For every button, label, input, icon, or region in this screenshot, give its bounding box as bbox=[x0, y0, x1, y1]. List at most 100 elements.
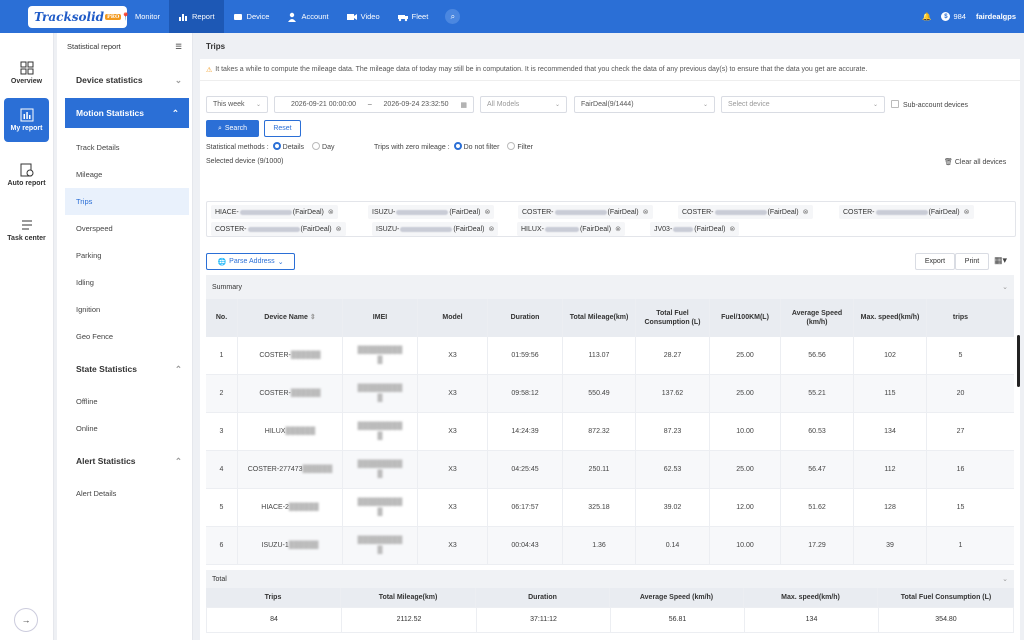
cell-text: 137.62 bbox=[661, 389, 684, 397]
notice-text: It takes a while to compute the mileage … bbox=[215, 66, 868, 73]
device-select[interactable]: Select device ⌄ bbox=[721, 96, 885, 113]
radio-no-filter[interactable] bbox=[453, 142, 462, 150]
zero-mileage-filter: Trips with zero mileage : Do not filter Fi… bbox=[374, 142, 533, 151]
menu-item-parking[interactable]: Parking bbox=[57, 242, 192, 269]
rail-my-report[interactable]: My report bbox=[4, 98, 49, 142]
menu-section-device[interactable]: Device statistics ⌄ bbox=[57, 65, 192, 95]
table-cell: 87.23 bbox=[636, 413, 710, 450]
close-icon[interactable]: ⊗ bbox=[643, 208, 649, 216]
total-header[interactable]: Total ⌄ bbox=[206, 570, 1014, 588]
logo[interactable]: Tracksolid PRO bbox=[0, 0, 128, 33]
model-select[interactable]: All Models ⌄ bbox=[480, 96, 567, 113]
export-button[interactable]: Export bbox=[915, 253, 955, 270]
tag-owner: (FairDeal) bbox=[694, 225, 726, 233]
cell-text: 16 bbox=[956, 465, 965, 473]
summary-table: Summary ⌄ No. Device Name ⇕ IMEI Model Dur… bbox=[206, 275, 1014, 565]
close-icon[interactable]: ⊗ bbox=[803, 208, 809, 216]
cell-text: X3 bbox=[448, 351, 457, 359]
close-icon[interactable]: ⊗ bbox=[328, 208, 334, 216]
chevron-down-icon: ⌄ bbox=[174, 74, 182, 85]
date-separator: – bbox=[367, 101, 372, 108]
table-cell: 25.00 bbox=[710, 375, 781, 412]
close-icon[interactable]: ⊗ bbox=[488, 225, 494, 233]
redacted-imei: █████████ █ bbox=[357, 347, 403, 364]
menu-fold-icon[interactable]: ☰ bbox=[175, 42, 182, 51]
menu-section-motion[interactable]: Motion Statistics ⌃ bbox=[65, 98, 189, 128]
checkbox[interactable] bbox=[891, 100, 899, 108]
cell-text: 325.18 bbox=[588, 503, 610, 511]
nav-account[interactable]: Account bbox=[278, 0, 337, 33]
nav-fleet[interactable]: Fleet bbox=[389, 0, 438, 33]
col-imei: IMEI bbox=[343, 299, 418, 337]
menu-item-overspeed[interactable]: Overspeed bbox=[57, 215, 192, 242]
print-button[interactable]: Print bbox=[955, 253, 989, 270]
table-cell: 5 bbox=[206, 489, 238, 526]
table-cell: 325.18 bbox=[563, 489, 636, 526]
left-rail: Overview My report Auto report Task cent… bbox=[0, 33, 54, 640]
cell-text: X3 bbox=[448, 465, 457, 473]
nav-monitor[interactable]: 📍 Monitor bbox=[112, 0, 169, 33]
menu-item-ignition[interactable]: Ignition bbox=[57, 296, 192, 323]
menu-section-alert[interactable]: Alert Statistics ⌃ bbox=[57, 446, 192, 476]
close-icon[interactable]: ⊗ bbox=[615, 225, 621, 233]
clear-all-devices[interactable]: 🗑 Clear all devices bbox=[944, 158, 1006, 166]
rail-task-center[interactable]: Task center bbox=[4, 208, 49, 252]
table-cell: 15 bbox=[927, 489, 994, 526]
rail-overview[interactable]: Overview bbox=[4, 51, 49, 95]
menu-item-geo-fence[interactable]: Geo Fence bbox=[57, 323, 192, 350]
table-body: 1 COSTER- ██████ █████████ █ X3 01:59:56 113.07… bbox=[206, 337, 1014, 565]
col-label: Fuel/100KM(L) bbox=[721, 314, 769, 322]
menu-item-trips[interactable]: Trips bbox=[65, 188, 189, 215]
close-icon[interactable]: ⊗ bbox=[964, 208, 970, 216]
close-icon[interactable]: ⊗ bbox=[336, 225, 342, 233]
menu-item-mileage[interactable]: Mileage bbox=[57, 161, 192, 188]
parse-address-button[interactable]: 🌐 Parse Address ⌄ bbox=[206, 253, 295, 270]
nav-video[interactable]: Video bbox=[338, 0, 389, 33]
rail-auto-report[interactable]: Auto report bbox=[4, 153, 49, 197]
total-value: 2112.52 bbox=[342, 608, 477, 632]
coin-balance[interactable]: $984 bbox=[941, 12, 966, 21]
table-scrollbar[interactable] bbox=[1017, 335, 1020, 387]
menu-item-offline[interactable]: Offline bbox=[57, 388, 192, 415]
cell-text: 55.21 bbox=[808, 389, 826, 397]
close-icon[interactable]: ⊗ bbox=[729, 225, 735, 233]
date-range-picker[interactable]: 2026-09-21 00:00:00 – 2026-09-24 23:32:50 ▦ bbox=[274, 96, 474, 113]
summary-header[interactable]: Summary ⌄ bbox=[206, 275, 1014, 299]
period-select[interactable]: This week ⌄ bbox=[206, 96, 268, 113]
table-cell: █████████ █ bbox=[343, 489, 418, 526]
close-icon[interactable]: ⊗ bbox=[484, 208, 490, 216]
tag-owner: (FairDeal) bbox=[928, 208, 960, 216]
nav-label: Report bbox=[192, 12, 215, 21]
username[interactable]: fairdealgps bbox=[976, 12, 1016, 21]
nav-report[interactable]: Report bbox=[169, 0, 224, 33]
menu-item-online[interactable]: Online bbox=[57, 415, 192, 442]
table-cell: 0.14 bbox=[636, 527, 710, 564]
bell-icon[interactable]: 🔔 bbox=[922, 12, 931, 21]
col-device-name[interactable]: Device Name ⇕ bbox=[238, 299, 343, 337]
tag-owner: (FairDeal) bbox=[449, 208, 481, 216]
radio-filter[interactable] bbox=[507, 142, 516, 150]
account-select[interactable]: FairDeal(9/1444) ⌄ bbox=[574, 96, 715, 113]
redacted-imei: █████████ █ bbox=[357, 461, 403, 478]
table-row: 2 COSTER- ██████ █████████ █ X3 09:58:12 550.49… bbox=[206, 375, 1014, 413]
nav-device[interactable]: Device bbox=[224, 0, 279, 33]
radio-day[interactable] bbox=[312, 142, 321, 150]
reset-button[interactable]: Reset bbox=[264, 120, 301, 137]
table-cell: 1 bbox=[206, 337, 238, 374]
collapse-arrow-icon[interactable]: → bbox=[14, 608, 38, 632]
col-max-speed: Max. speed(km/h) bbox=[854, 299, 927, 337]
subaccount-checkbox[interactable]: Sub-account devices bbox=[891, 100, 968, 109]
menu-item-alert-details[interactable]: Alert Details bbox=[57, 480, 192, 507]
radio-details[interactable] bbox=[272, 142, 281, 150]
table-cell: █████████ █ bbox=[343, 337, 418, 374]
tag-owner: (FairDeal) bbox=[607, 208, 639, 216]
search-button[interactable]: ⌕ Search bbox=[206, 120, 259, 137]
start-date: 2026-09-21 00:00:00 bbox=[291, 101, 356, 108]
menu-item-idling[interactable]: Idling bbox=[57, 269, 192, 296]
menu-item-track-details[interactable]: Track Details bbox=[57, 134, 192, 161]
cell-text: 5 bbox=[958, 351, 963, 359]
column-settings-icon[interactable]: ▦▾ bbox=[994, 255, 1007, 266]
menu-section-state[interactable]: State Statistics ⌃ bbox=[57, 354, 192, 384]
clear-label: Clear all devices bbox=[954, 159, 1007, 166]
search-icon[interactable]: ⌕ bbox=[445, 9, 461, 24]
